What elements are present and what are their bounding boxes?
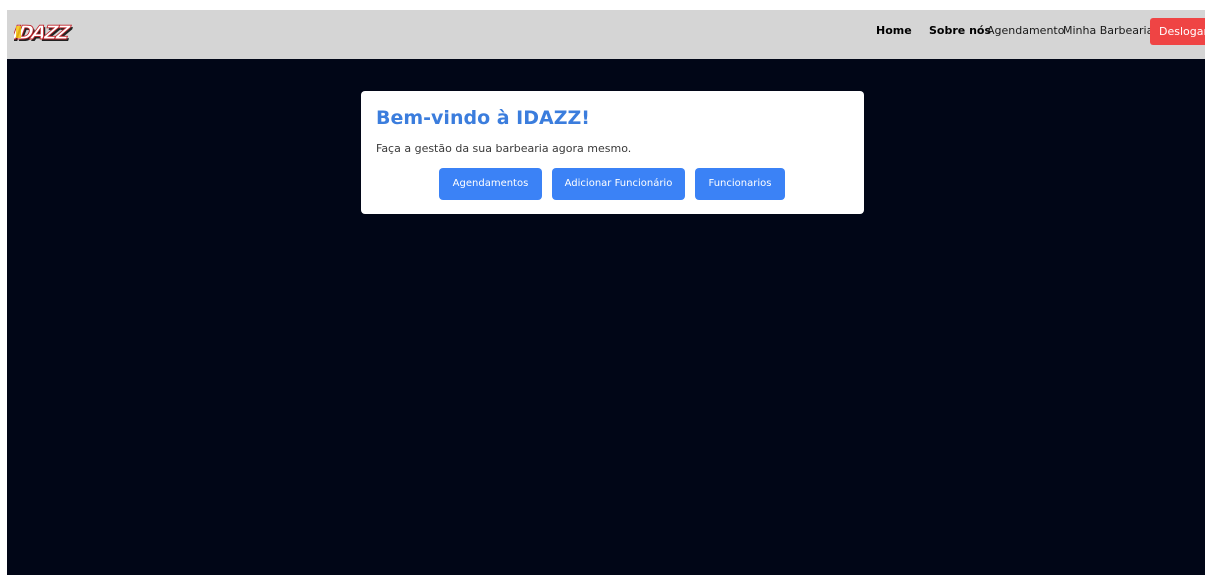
appointments-button[interactable]: Agendamentos	[439, 168, 542, 200]
idazz-logo[interactable]: IDAZZ IDAZZ	[14, 20, 84, 46]
nav-about[interactable]: Sobre nós	[929, 23, 991, 39]
nav-my-barbershop[interactable]: Minha Barbearia	[1063, 23, 1153, 39]
welcome-subtitle: Faça a gestão da sua barbearia agora mes…	[376, 142, 632, 155]
svg-text:IDAZZ: IDAZZ	[14, 21, 73, 44]
navbar: IDAZZ IDAZZ Home Sobre nós Agendamento M…	[7, 10, 1205, 59]
welcome-title: Bem-vindo à IDAZZ!	[376, 107, 590, 129]
welcome-card: Bem-vindo à IDAZZ! Faça a gestão da sua …	[361, 91, 864, 214]
add-employee-button[interactable]: Adicionar Funcionário	[552, 168, 685, 200]
nav-home[interactable]: Home	[876, 23, 912, 39]
app-window: IDAZZ IDAZZ Home Sobre nós Agendamento M…	[7, 10, 1205, 575]
employees-button[interactable]: Funcionarios	[695, 168, 785, 200]
nav-booking[interactable]: Agendamento	[987, 23, 1064, 39]
logout-button[interactable]: Deslogar	[1150, 18, 1205, 45]
